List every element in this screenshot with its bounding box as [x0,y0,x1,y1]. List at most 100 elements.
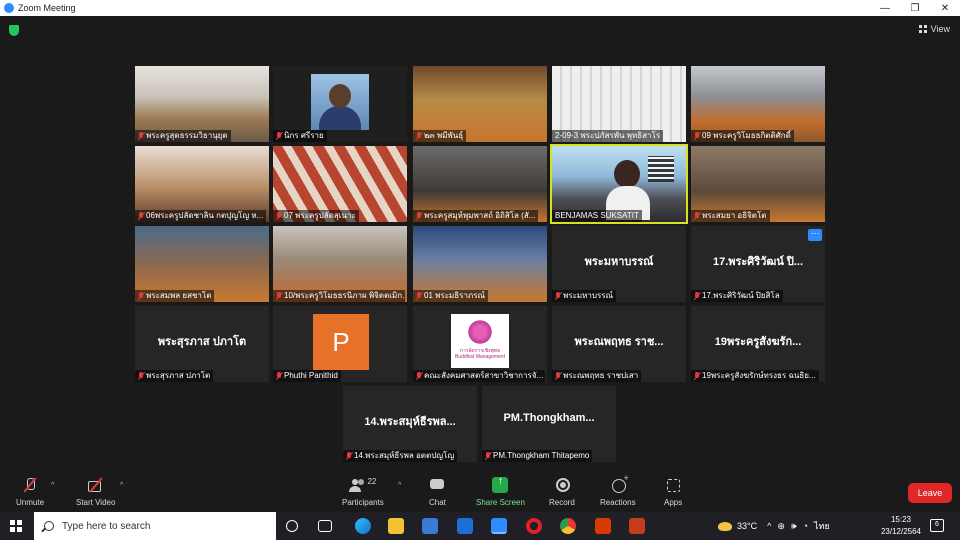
more-options-icon[interactable]: ··· [808,229,822,241]
muted-mic-icon [276,132,282,140]
muted-mic-icon [416,292,422,300]
volume-icon[interactable]: 🕪 [791,521,797,532]
reactions-button[interactable]: Reactions [600,473,636,507]
video-tile[interactable]: 2-09-3 พระปภัสรพัน พุทธิสาโร [552,66,686,142]
mail-icon[interactable] [457,518,473,534]
participant-name: พระครูสมุห์พุมพาสถ์ อิถิสิโล (สั... [424,211,536,220]
video-off-icon [87,477,104,493]
video-options-chevron-icon[interactable]: ^ [120,482,123,489]
cortana-icon[interactable] [286,520,298,532]
video-tile[interactable]: นิกร ศรีราย [273,66,407,142]
video-tile[interactable]: 09 พระครูวิโมธธกิตติศักดิ์ [691,66,825,142]
muted-mic-icon [138,372,144,380]
unmute-button[interactable]: Unmute [16,477,44,507]
video-tile[interactable]: พระสมยา อธิจิตโต [691,146,825,222]
video-tile[interactable]: 07 พระครูปลัดสุเนาะ [273,146,407,222]
store-icon[interactable] [422,518,438,534]
temperature: 33°C [737,521,758,531]
network-icon[interactable]: ⊕ [777,521,785,532]
opera-icon[interactable] [526,518,542,534]
encryption-shield-icon[interactable] [9,25,19,36]
muted-mic-icon [416,372,422,380]
participant-name: 07 พระครูปลัดสุเนาะ [284,211,356,220]
window-controls: — ❐ ✕ [870,0,960,16]
participant-name: Phuthi Panithid [284,371,338,380]
participant-name: BENJAMAS SUKSATIT [555,211,639,220]
participant-name: 06พระครูปลัดชาลิน กตปุญโญ ห... [146,211,264,220]
participant-name: 17.พระศิริวัฒน์ ปิยสิโล [702,291,780,300]
name-tile[interactable]: 19พระครูสังฆรัก... 19พระครูสังฆรักษ์ทรงธ… [691,306,825,382]
participant-display-name: พระสุรภาส ปภาโต [157,336,247,348]
video-tile[interactable]: 01 พระมธิราภรณ์ [413,226,547,302]
share-screen-button[interactable]: Share Screen [476,475,525,507]
participants-options-chevron-icon[interactable]: ^ [398,482,401,489]
gallery-view: View พระครูสุตธรรมวิธานุยุต นิกร ศรีราย … [0,16,960,474]
view-label: View [930,24,950,34]
video-tile[interactable]: พระสมพล ยสชาโต [135,226,269,302]
taskbar-search-input[interactable]: Type here to search [34,512,276,540]
leave-button[interactable]: Leave [908,483,952,503]
name-tile[interactable]: พระมหาบรรณ์ พระมหาบรรณ์ [552,226,686,302]
edge-browser-icon[interactable] [355,518,371,534]
avatar-tile[interactable]: P Phuthi Panithid [273,306,407,382]
participants-icon [349,477,365,493]
task-view-icon[interactable] [318,520,332,532]
zoom-taskbar-icon[interactable] [491,518,507,534]
weather-icon[interactable] [718,521,732,531]
video-tile[interactable]: ๒๓ พมีพันธุ์ [413,66,547,142]
lotus-logo-icon: การจัดการเชิงพุทธ Buddhist Management [451,314,509,368]
record-button[interactable]: Record [549,477,575,507]
view-button[interactable]: View [918,24,950,34]
notification-center-icon[interactable]: 6 [930,519,944,532]
name-tile[interactable]: ··· 17.พระศิริวัฒน์ ปิ... 17.พระศิริวัฒน… [691,226,825,302]
start-video-button[interactable]: Start Video [76,477,115,507]
active-speaker-tile[interactable]: BENJAMAS SUKSATIT [550,144,688,224]
name-tile[interactable]: พระณพฤทธ ราช... พระณพฤทธ ราชปเสา [552,306,686,382]
minimize-button[interactable]: — [870,0,900,16]
language-indicator[interactable]: ไทย [814,519,830,533]
apps-button[interactable]: Apps [664,477,682,507]
name-tile[interactable]: 14.พระสมุห์ธีรพล... 14.พระสมุห์ธีรพล อตต… [343,386,477,462]
powerpoint-icon[interactable] [629,518,645,534]
chat-button[interactable]: Chat [429,477,446,507]
clock-date: 23/12/2564 [880,527,922,536]
video-tile[interactable]: 06พระครูปลัดชาลิน กตปุญโญ ห... [135,146,269,222]
muted-mic-icon [346,452,352,460]
windows-taskbar: Type here to search 33°C ^ ⊕ 🕪 ◔ ไทย 15:… [0,512,960,540]
show-hidden-icons-icon[interactable]: ^ [767,521,771,531]
muted-mic-icon [138,292,144,300]
search-placeholder: Type here to search [62,520,151,532]
participant-name: 14.พระสมุห์ธีรพล อตตปญโญ [354,451,455,460]
muted-mic-icon [416,132,422,140]
chrome-icon[interactable] [560,518,576,534]
participant-name: 09 พระครูวิโมธธกิตติศักดิ์ [702,131,791,140]
wifi-icon[interactable]: ◔ [803,521,808,531]
clock-time: 15:23 [890,515,912,524]
office-icon[interactable] [595,518,611,534]
close-button[interactable]: ✕ [930,0,960,16]
share-screen-icon [492,475,509,493]
file-explorer-icon[interactable] [388,518,404,534]
participant-name: 19พระครูสังฆรักษ์ทรงธร ฉนธิย... [702,371,816,380]
taskbar-clock[interactable]: 15:23 23/12/2564 [880,514,922,538]
video-tile[interactable]: 10/พระครูวิโมธธรนิภาผ พิจิตตเมิก... [273,226,407,302]
name-tile[interactable]: PM.Thongkham... PM.Thongkham Thitapemo [482,386,616,462]
restore-button[interactable]: ❐ [900,0,930,16]
video-tile[interactable]: พระครูสมุห์พุมพาสถ์ อิถิสิโล (สั... [413,146,547,222]
avatar-tile[interactable]: การจัดการเชิงพุทธ Buddhist Management คณ… [413,306,547,382]
windows-start-icon[interactable] [10,520,22,532]
video-tile[interactable]: พระครูสุตธรรมวิธานุยุต [135,66,269,142]
audio-options-chevron-icon[interactable]: ^ [51,482,54,489]
zoom-app: Zoom Meeting — ❐ ✕ View พระครูสุตธรรมวิธ… [0,0,960,540]
qr-code-icon [648,156,674,182]
muted-mic-icon [138,132,144,140]
participants-button[interactable]: 22 Participants [342,477,384,507]
participant-display-name: พระณพฤทธ ราช... [574,336,664,348]
participant-name: PM.Thongkham Thitapemo [493,451,590,460]
participant-name: พระสมพล ยสชาโต [146,291,212,300]
participant-name: 2-09-3 พระปภัสรพัน พุทธิสาโร [555,131,661,140]
name-tile[interactable]: พระสุรภาส ปภาโต พระสุรภาส ปภาโต [135,306,269,382]
participant-name: พระณพฤทธ ราชปเสา [563,371,639,380]
participant-name: นิกร ศรีราย [284,131,324,140]
system-tray: 33°C ^ ⊕ 🕪 ◔ ไทย [718,512,830,540]
